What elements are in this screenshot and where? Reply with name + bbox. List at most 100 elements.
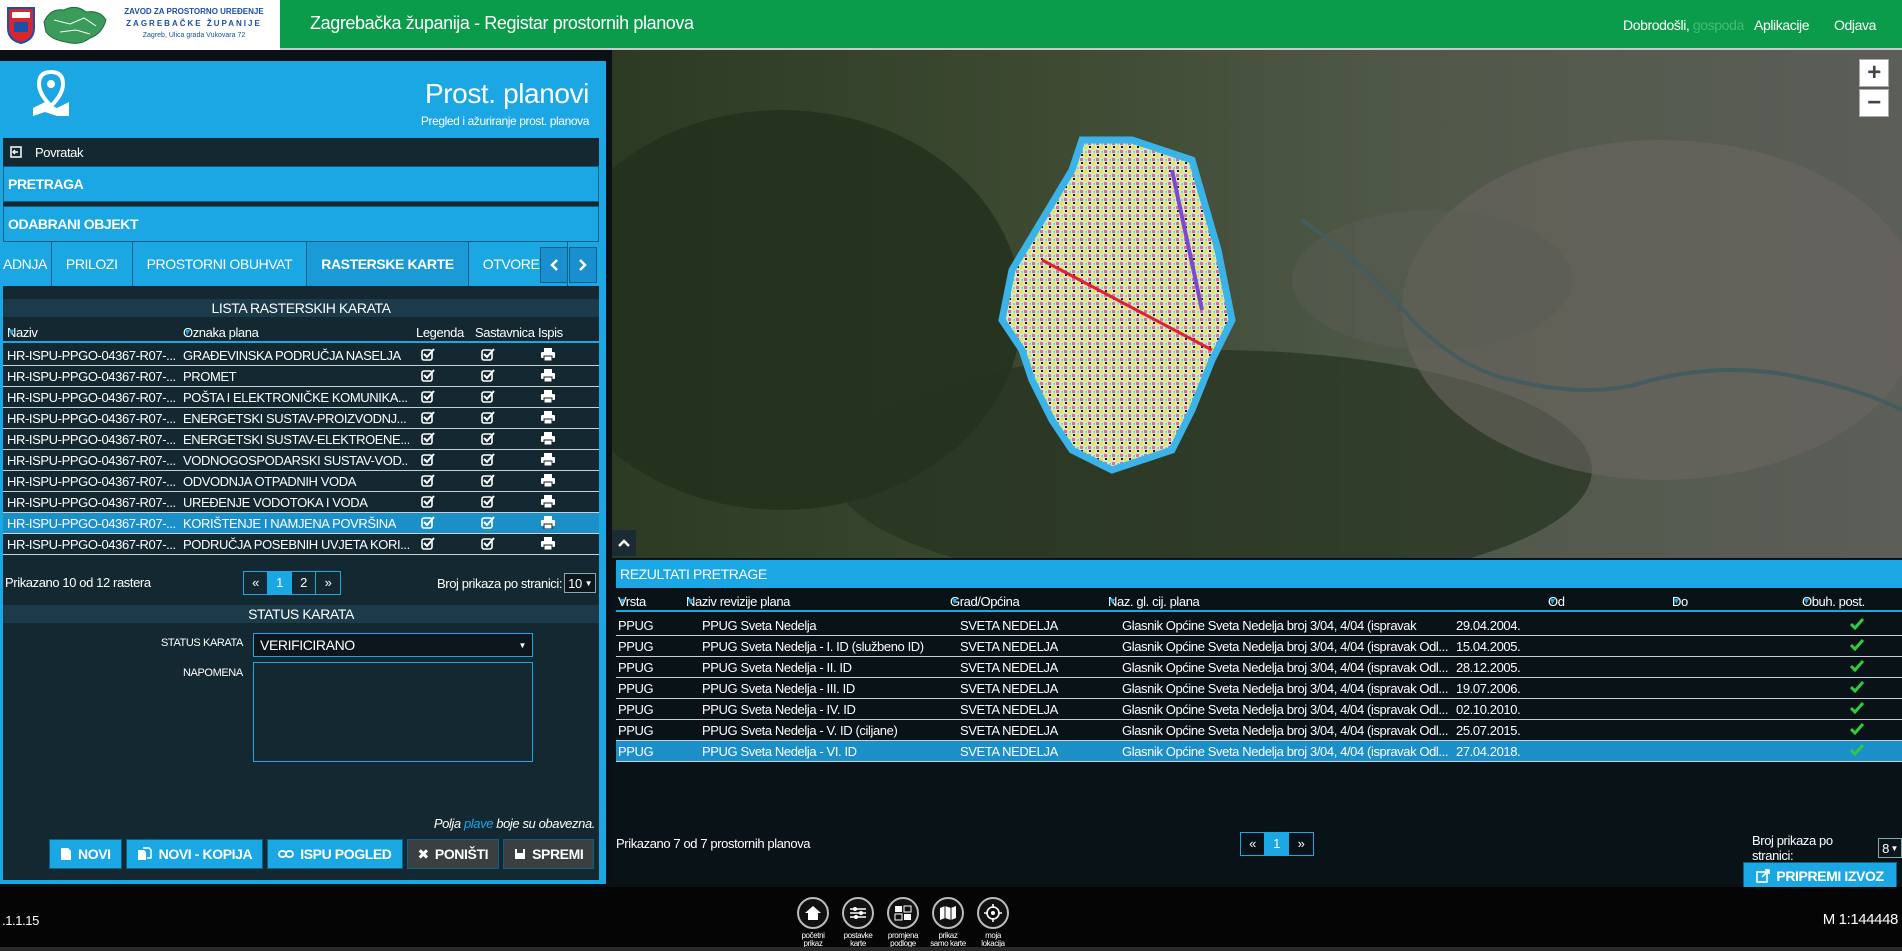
new-copy-button[interactable]: NOVI - KOPIJA	[125, 839, 264, 869]
col-od[interactable]: ▼ Od	[1548, 594, 1565, 609]
map-tool-button[interactable]: moja lokacija	[969, 897, 1017, 948]
component-check-icon[interactable]	[481, 495, 495, 511]
new-button[interactable]: NOVI	[49, 839, 122, 869]
component-check-icon[interactable]	[481, 432, 495, 448]
table-row[interactable]: PPUG PPUG Sveta Nedelja - IV. ID SVETA NED…	[616, 699, 1902, 720]
legend-check-icon[interactable]	[421, 348, 435, 364]
pager-prev[interactable]: «	[1241, 833, 1265, 855]
back-button[interactable]: Povratak	[3, 142, 599, 162]
logout-link[interactable]: Odjava	[1834, 17, 1876, 33]
col-naziv-revizije[interactable]: ▼ Naziv revizije plana	[686, 594, 790, 609]
map-tool-button[interactable]: prikaz samo karte	[924, 897, 972, 948]
print-icon[interactable]	[541, 474, 555, 490]
ispu-view-button[interactable]: ISPU POGLED	[267, 839, 403, 869]
table-row[interactable]: PPUG PPUG Sveta Nedelja - II. ID SVETA NED…	[616, 657, 1902, 678]
component-check-icon[interactable]	[481, 369, 495, 385]
table-row[interactable]: HR-ISPU-PPGO-04367-R07-... ENERGETSKI SUS…	[3, 429, 599, 450]
per-page-select[interactable]: 8 ▼	[1878, 838, 1902, 858]
col-glasnik[interactable]: ▼ Naz. gl. cij. plana	[1108, 594, 1200, 609]
table-row[interactable]: HR-ISPU-PPGO-04367-R07-... GRAĐEVINSKA PO…	[3, 345, 599, 366]
print-icon[interactable]	[541, 516, 555, 532]
per-page-select[interactable]: 10 ▼	[564, 573, 597, 593]
apps-link[interactable]: Aplikacije	[1754, 17, 1810, 33]
prepare-export-button[interactable]: PRIPREMI IZVOZ	[1743, 862, 1897, 890]
table-row[interactable]: HR-ISPU-PPGO-04367-R07-... ENERGETSKI SUS…	[3, 408, 599, 429]
table-row[interactable]: HR-ISPU-PPGO-04367-R07-... VODNOGOSPODARS…	[3, 450, 599, 471]
component-check-icon[interactable]	[481, 390, 495, 406]
component-check-icon[interactable]	[481, 453, 495, 469]
map-view[interactable]: + −	[612, 50, 1902, 558]
component-check-icon[interactable]	[481, 474, 495, 490]
legend-check-icon[interactable]	[421, 537, 435, 553]
print-icon[interactable]	[541, 348, 555, 364]
print-icon[interactable]	[541, 411, 555, 427]
tab-scroll-right-button[interactable]	[569, 247, 597, 283]
col-naziv[interactable]: ▼ Naziv	[7, 325, 38, 340]
table-row[interactable]: PPUG PPUG Sveta Nedelja - VI. ID SVETA NED…	[616, 741, 1902, 762]
table-row[interactable]: HR-ISPU-PPGO-04367-R07-... UREĐENJE VODOT…	[3, 492, 599, 513]
table-row[interactable]: HR-ISPU-PPGO-04367-R07-... ODVODNJA OTPAD…	[3, 471, 599, 492]
map-tool-button[interactable]: promjena podloge	[879, 897, 927, 948]
zoom-out-button[interactable]: −	[1859, 89, 1889, 117]
tab-gradnja[interactable]: ADNJA	[3, 242, 52, 286]
save-button[interactable]: SPREMI	[503, 839, 595, 869]
print-icon[interactable]	[541, 369, 555, 385]
napomena-textarea[interactable]	[253, 662, 533, 762]
cancel-button[interactable]: ✖ PONIŠTI	[406, 839, 500, 869]
legend-check-icon[interactable]	[421, 516, 435, 532]
col-obuhvat[interactable]: ▼ Obuh. post.	[1802, 594, 1865, 609]
tab-prilozi[interactable]: PRILOZI	[52, 242, 133, 286]
pager-page-2[interactable]: 2	[292, 572, 316, 594]
table-row[interactable]: PPUG PPUG Sveta Nedelja SVETA NEDELJA Glasn…	[616, 615, 1902, 636]
table-row[interactable]: HR-ISPU-PPGO-04367-R07-... PROMET	[3, 366, 599, 387]
legend-check-icon[interactable]	[421, 453, 435, 469]
table-row[interactable]: PPUG PPUG Sveta Nedelja - III. ID SVETA NE…	[616, 678, 1902, 699]
legend-check-icon[interactable]	[421, 369, 435, 385]
col-do[interactable]: ▼ Do	[1672, 594, 1688, 609]
legend-check-icon[interactable]	[421, 495, 435, 511]
legend-check-icon[interactable]	[421, 411, 435, 427]
table-row[interactable]: HR-ISPU-PPGO-04367-R07-... KORIŠTENJE I N…	[3, 513, 599, 534]
print-icon[interactable]	[541, 390, 555, 406]
search-section-header[interactable]: PRETRAGA	[3, 166, 599, 202]
pager-page-1[interactable]: 1	[1265, 833, 1289, 855]
pager-next[interactable]: »	[316, 572, 340, 594]
tab-prostorni-obuhvat[interactable]: PROSTORNI OBUHVAT	[133, 242, 308, 286]
selected-object-header[interactable]: ODABRANI OBJEKT	[3, 206, 599, 242]
legend-check-icon[interactable]	[421, 432, 435, 448]
print-icon[interactable]	[541, 453, 555, 469]
user-greeting[interactable]: Dobrodošli, gospoda	[1623, 17, 1744, 33]
table-row[interactable]: HR-ISPU-PPGO-04367-R07-... PODRUČJA POSEB…	[3, 534, 599, 555]
col-oznaka[interactable]: ▼ Oznaka plana	[183, 325, 259, 340]
print-icon[interactable]	[541, 537, 555, 553]
col-grad[interactable]: ▼ Grad/Općina	[950, 594, 1020, 609]
col-vrsta[interactable]: ▼ Vrsta	[618, 594, 646, 609]
cell-naziv: PPUG Sveta Nedelja - VI. ID	[702, 744, 857, 759]
col-legenda[interactable]: Legenda	[416, 325, 464, 340]
table-row[interactable]: PPUG PPUG Sveta Nedelja - I. ID (službeno…	[616, 636, 1902, 657]
legend-check-icon[interactable]	[421, 390, 435, 406]
napomena-label: NAPOMENA	[183, 667, 243, 679]
zoom-in-button[interactable]: +	[1859, 59, 1889, 87]
pager-next[interactable]: »	[1289, 833, 1313, 855]
status-select[interactable]: VERIFICIRANO ▼	[253, 633, 533, 657]
component-check-icon[interactable]	[481, 537, 495, 553]
tab-rasterske-karte[interactable]: RASTERSKE KARTE	[307, 242, 469, 286]
table-row[interactable]: HR-ISPU-PPGO-04367-R07-... POŠTA I ELEKTR…	[3, 387, 599, 408]
map-tool-button[interactable]: postavke karte	[834, 897, 882, 948]
tab-scroll-left-button[interactable]	[540, 247, 568, 283]
table-row[interactable]: PPUG PPUG Sveta Nedelja - V. ID (ciljane)…	[616, 720, 1902, 741]
legend-check-icon[interactable]	[421, 474, 435, 490]
print-icon[interactable]	[541, 495, 555, 511]
component-check-icon[interactable]	[481, 516, 495, 532]
component-check-icon[interactable]	[481, 348, 495, 364]
logo[interactable]: ZAVOD ZA PROSTORNO UREĐENJE ZAGREBAČKE Ž…	[0, 0, 280, 50]
pager-page-1[interactable]: 1	[268, 572, 292, 594]
component-check-icon[interactable]	[481, 411, 495, 427]
print-icon[interactable]	[541, 432, 555, 448]
col-sastavnica[interactable]: Sastavnica	[475, 325, 535, 340]
col-ispis[interactable]: Ispis	[538, 325, 563, 340]
collapse-results-button[interactable]	[612, 530, 636, 556]
pager-prev[interactable]: «	[244, 572, 268, 594]
map-tool-button[interactable]: početni prikaz	[789, 897, 837, 948]
